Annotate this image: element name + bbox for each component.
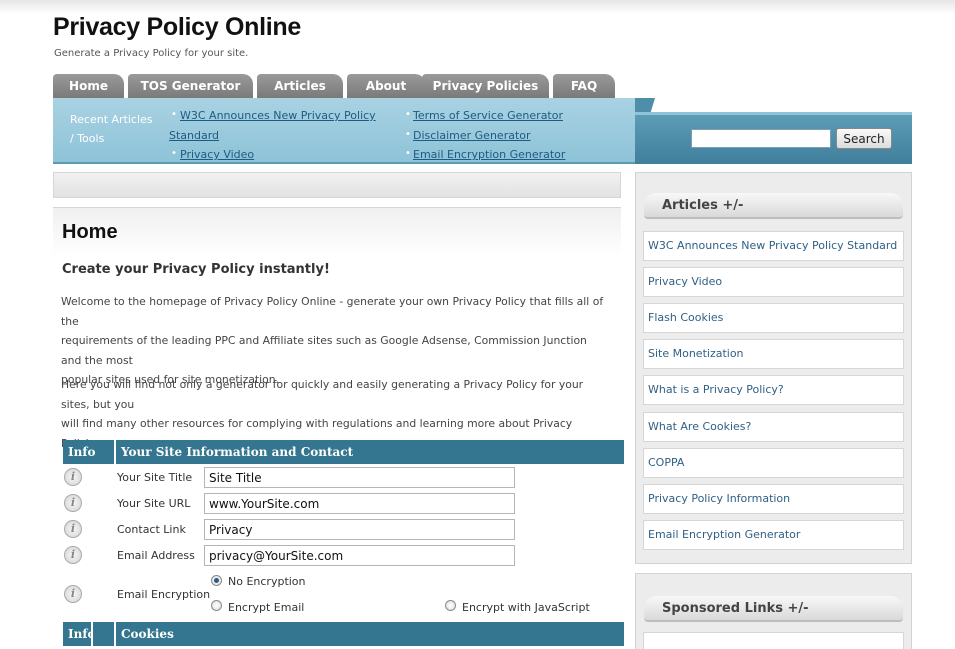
sponsored-content <box>643 632 904 649</box>
page-subheading: Create your Privacy Policy instantly! <box>62 262 330 277</box>
radio-label-encrypt-email: Encrypt Email <box>228 601 305 614</box>
radio-encrypt-email[interactable] <box>211 600 222 611</box>
sidebar-article-link[interactable]: What Are Cookies? <box>643 412 904 442</box>
articles-panel-title[interactable]: Articles +/- <box>644 193 903 219</box>
search-button[interactable]: Search <box>836 128 892 149</box>
info-icon[interactable]: i <box>64 585 82 603</box>
info-icon[interactable]: i <box>64 494 82 512</box>
bullet-icon: • <box>405 148 411 159</box>
email-encryption-label: Email Encryption <box>117 588 211 601</box>
search-input[interactable] <box>691 129 831 148</box>
page-title: Home <box>62 221 118 243</box>
bullet-icon: • <box>171 109 177 120</box>
sponsored-panel-title[interactable]: Sponsored Links +/- <box>644 596 903 622</box>
tab-articles[interactable]: Articles <box>257 74 343 98</box>
banner-link-privacy-video[interactable]: Privacy Video <box>180 145 254 164</box>
sidebar-article-link[interactable]: Email Encryption Generator <box>643 520 904 550</box>
radio-label-encrypt-javascript: Encrypt with JavaScript <box>462 601 590 614</box>
radio-encrypt-javascript[interactable] <box>445 600 456 611</box>
table-header-info: Info <box>63 622 96 646</box>
site-url-field[interactable] <box>204 493 515 514</box>
banner-link-w3c-cont[interactable]: Standard <box>169 126 219 145</box>
radio-label-no-encryption: No Encryption <box>228 575 306 588</box>
tab-faq[interactable]: FAQ <box>553 74 615 98</box>
sidebar-article-link[interactable]: Flash Cookies <box>643 303 904 333</box>
info-icon[interactable]: i <box>64 520 82 538</box>
table-header-site-info: Your Site Information and Contact <box>116 440 624 464</box>
email-address-label: Email Address <box>117 549 195 562</box>
info-icon[interactable]: i <box>64 468 82 486</box>
bullet-icon: • <box>171 148 177 159</box>
top-band <box>0 0 955 14</box>
contact-link-field[interactable] <box>204 519 515 540</box>
sidebar-article-link[interactable]: What is a Privacy Policy? <box>643 375 904 405</box>
sidebar-article-link[interactable]: Privacy Video <box>643 267 904 297</box>
tab-home[interactable]: Home <box>53 74 124 98</box>
banner-link-disclaimer-generator[interactable]: Disclaimer Generator <box>413 126 531 145</box>
site-title: Privacy Policy Online <box>53 13 301 41</box>
sidebar-article-link[interactable]: COPPA <box>643 448 904 478</box>
banner-link-tos-generator[interactable]: Terms of Service Generator <box>413 106 563 125</box>
tab-tos-generator[interactable]: TOS Generator <box>128 74 253 98</box>
site-url-label: Your Site URL <box>117 497 191 510</box>
sidebar-article-link[interactable]: W3C Announces New Privacy Policy Standar… <box>643 231 904 261</box>
site-title-label: Your Site Title <box>117 471 193 484</box>
info-icon[interactable]: i <box>64 546 82 564</box>
table-header-spacer <box>93 622 114 646</box>
sidebar-article-link[interactable]: Privacy Policy Information <box>643 484 904 514</box>
table-header-cookies: Cookies <box>116 622 624 646</box>
banner-link-email-encryption[interactable]: Email Encryption Generator <box>413 145 565 164</box>
bullet-icon: • <box>405 129 411 140</box>
recent-articles-label: Recent Articles / Tools <box>70 113 153 145</box>
bullet-icon: • <box>405 109 411 120</box>
content-top-bar <box>53 172 621 198</box>
tab-privacy-policies[interactable]: Privacy Policies <box>422 74 549 98</box>
email-address-field[interactable] <box>204 545 515 566</box>
banner-link-w3c[interactable]: W3C Announces New Privacy Policy <box>180 106 376 125</box>
table-header-info: Info <box>63 440 114 464</box>
site-title-field[interactable] <box>204 467 515 488</box>
sidebar-article-link[interactable]: Site Monetization <box>643 339 904 369</box>
site-tagline: Generate a Privacy Policy for your site. <box>54 48 249 59</box>
radio-no-encryption[interactable] <box>211 575 222 586</box>
page-title-box <box>53 207 621 257</box>
tab-about[interactable]: About <box>347 74 425 98</box>
contact-link-label: Contact Link <box>117 523 186 536</box>
